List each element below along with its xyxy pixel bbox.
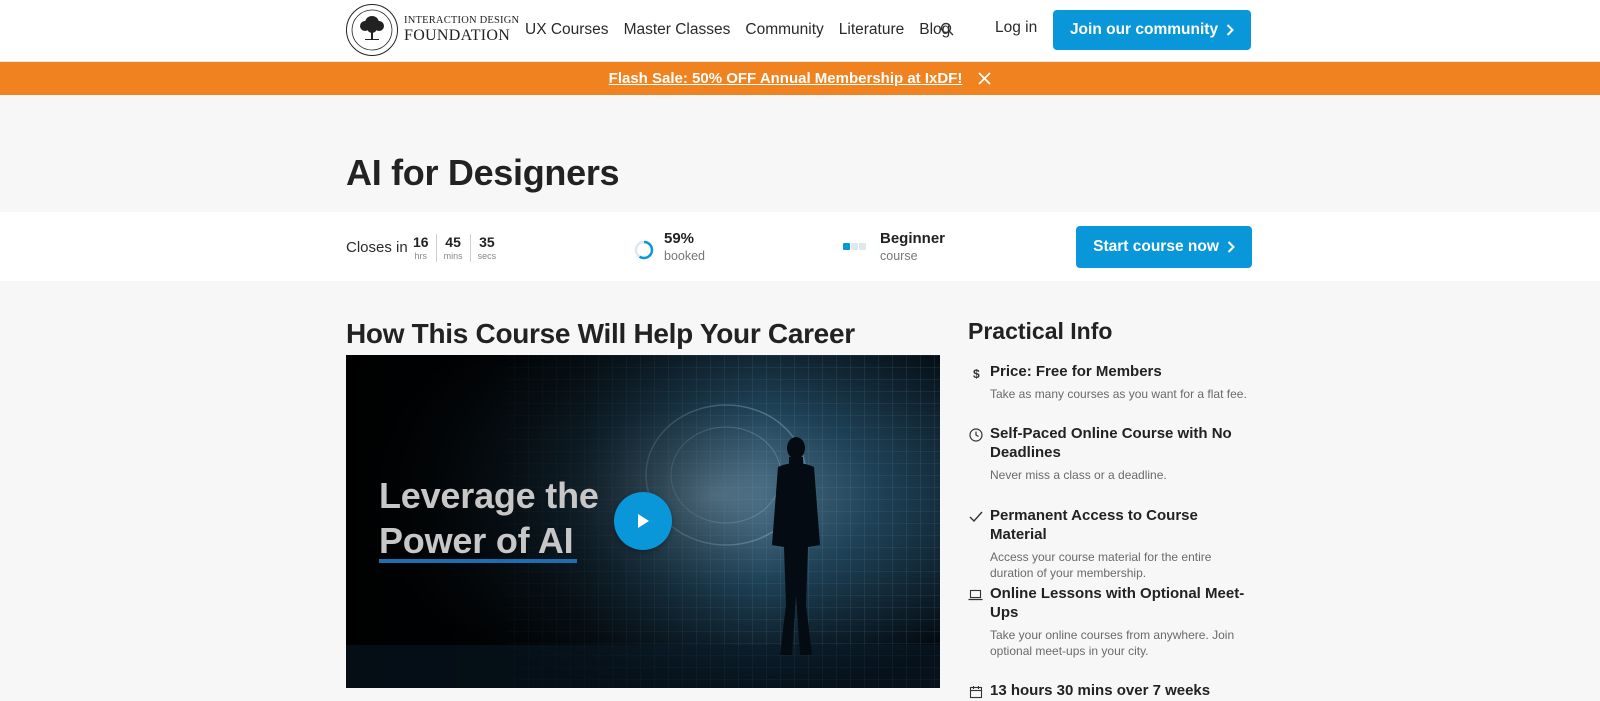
practical-item-title: Self-Paced Online Course with No Deadlin…: [990, 425, 1232, 461]
video-headline-line2: Power of AI: [379, 520, 574, 561]
practical-item-online: Online Lessons with Optional Meet-Ups Ta…: [968, 584, 1258, 659]
search-icon[interactable]: [940, 22, 956, 38]
svg-text:$: $: [973, 367, 980, 380]
practical-item-title: 13 hours 30 mins over 7 weeks: [990, 682, 1211, 699]
countdown-secs-unit: secs: [477, 251, 497, 261]
nav-master-classes[interactable]: Master Classes: [624, 21, 731, 39]
level-label: course: [880, 249, 918, 263]
video-headline-line1: Leverage the: [379, 475, 599, 516]
level-value: Beginner: [880, 230, 946, 247]
practical-item-access: Permanent Access to Course Material Acce…: [968, 506, 1258, 581]
check-icon: [968, 509, 983, 524]
practical-item-price: $ Price: Free for Members Take as many c…: [968, 362, 1258, 402]
booked-stat: 59% booked: [634, 230, 705, 264]
practical-item-desc: Access your course material for the enti…: [990, 550, 1212, 580]
level-bars-icon: [843, 243, 867, 250]
section-title: How This Course Will Help Your Career: [346, 318, 855, 349]
site-header: INTERACTION DESIGN FOUNDATION UX Courses…: [0, 0, 1600, 62]
join-community-button[interactable]: Join our community: [1053, 10, 1251, 50]
booked-value: 59%: [664, 230, 695, 247]
practical-item-desc: Never miss a class or a deadline.: [990, 468, 1167, 482]
countdown-secs: 35 secs: [469, 234, 504, 262]
countdown-secs-value: 35: [479, 234, 495, 250]
start-course-button[interactable]: Start course now: [1076, 226, 1252, 268]
practical-item-title: Price: Free for Members: [990, 363, 1162, 380]
play-icon: [638, 514, 649, 528]
flash-sale-banner: Flash Sale: 50% OFF Annual Membership at…: [0, 62, 1600, 95]
countdown-hours-unit: hrs: [414, 251, 428, 261]
booked-label: booked: [664, 249, 706, 263]
level-bar: [843, 243, 850, 250]
practical-item-title: Permanent Access to Course Material: [990, 507, 1198, 543]
close-icon[interactable]: [978, 72, 991, 85]
page-title: AI for Designers: [346, 152, 620, 193]
countdown-hours-value: 16: [413, 234, 429, 250]
logo-line1: INTERACTION DESIGN: [404, 14, 520, 26]
dollar-icon: $: [968, 365, 983, 380]
course-info-bar: Closes in 16 hrs 45 mins 35 secs 59% boo…: [0, 212, 1600, 281]
practical-info-title: Practical Info: [968, 318, 1113, 344]
practical-item-desc: Take as many courses as you want for a f…: [990, 387, 1247, 401]
main-nav: UX Courses Master Classes Community Lite…: [525, 0, 965, 60]
course-video[interactable]: Leverage the Power of AI: [346, 355, 940, 688]
countdown-mins-unit: mins: [443, 251, 463, 261]
join-community-label: Join our community: [1069, 21, 1219, 38]
countdown-hours: 16 hrs: [408, 234, 436, 262]
practical-item-desc: Take your online courses from anywhere. …: [990, 628, 1235, 658]
countdown-mins: 45 mins: [435, 234, 470, 262]
nav-literature[interactable]: Literature: [839, 21, 904, 39]
logo-seal-icon: [346, 4, 398, 56]
practical-item-title: Online Lessons with Optional Meet-Ups: [990, 585, 1245, 621]
countdown-timer: 16 hrs 45 mins 35 secs: [408, 234, 503, 262]
video-headline-underline: [379, 559, 577, 563]
level-bar: [851, 243, 858, 250]
chevron-right-icon: [1227, 241, 1235, 253]
closes-in-label: Closes in: [346, 239, 408, 256]
practical-item-self-paced: Self-Paced Online Course with No Deadlin…: [968, 424, 1258, 483]
laptop-icon: [968, 587, 983, 602]
logo-text: INTERACTION DESIGN FOUNDATION: [404, 14, 520, 45]
practical-item-duration: 13 hours 30 mins over 7 weeks: [968, 681, 1258, 700]
nav-ux-courses[interactable]: UX Courses: [525, 21, 609, 39]
login-link[interactable]: Log in: [995, 19, 1037, 37]
countdown-mins-value: 45: [445, 234, 461, 250]
calendar-icon: [968, 684, 983, 699]
level-bar: [859, 243, 866, 250]
chevron-right-icon: [1226, 24, 1234, 36]
course-level: Beginner course: [843, 230, 945, 264]
video-headline: Leverage the Power of AI: [379, 473, 599, 563]
booked-progress-ring-icon: [634, 240, 654, 260]
flash-sale-link[interactable]: Flash Sale: 50% OFF Annual Membership at…: [609, 70, 963, 87]
start-course-label: Start course now: [1093, 238, 1219, 255]
clock-icon: [968, 427, 983, 442]
logo[interactable]: INTERACTION DESIGN FOUNDATION: [346, 4, 519, 56]
play-button[interactable]: [614, 492, 672, 550]
logo-line2: FOUNDATION: [404, 27, 511, 45]
nav-community[interactable]: Community: [745, 21, 823, 39]
